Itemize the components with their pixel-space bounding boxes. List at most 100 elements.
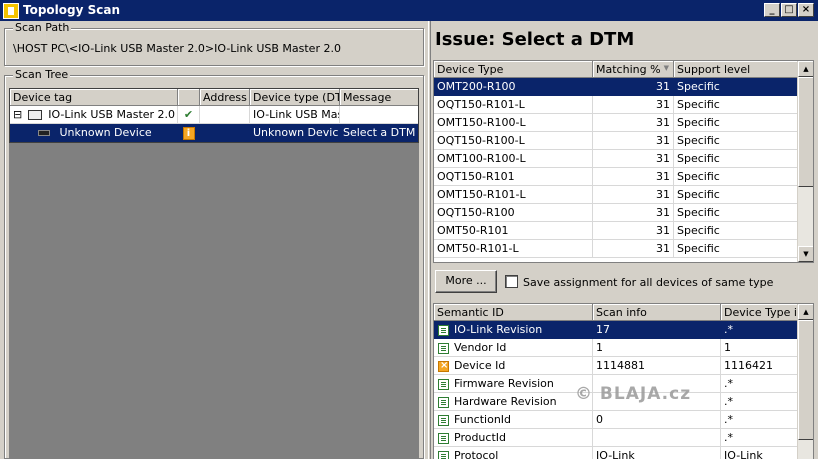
dtm-row[interactable]: OQT150-R100-L 31 Specific — [434, 132, 813, 150]
device-type-cell: IO-Link USB Mas — [250, 106, 340, 124]
support-level-cell: Specific — [674, 78, 798, 96]
semantic-id-text: Protocol — [454, 449, 499, 459]
match-icon — [438, 433, 449, 444]
col-device-tag[interactable]: Device tag — [10, 89, 178, 106]
scan-info-cell: 1114881 — [593, 357, 721, 375]
save-assignment-label: Save assignment for all devices of same … — [523, 276, 774, 289]
semantic-grid-scrollbar[interactable]: ▲ — [797, 304, 813, 459]
dtm-row[interactable]: OMT200-R100 31 Specific — [434, 78, 813, 96]
support-level-cell: Specific — [674, 114, 798, 132]
device-type-cell: OMT100-R100-L — [434, 150, 593, 168]
device-type-info-cell: 1116421 — [721, 357, 798, 375]
save-assignment-checkbox[interactable] — [505, 275, 518, 288]
semantic-row[interactable]: IO-Link Revision 17 .* — [434, 321, 813, 339]
matching-cell: 31 — [593, 186, 674, 204]
semantic-row[interactable]: Protocol IO-Link IO-Link — [434, 447, 813, 459]
device-type-cell: OMT150-R101-L — [434, 186, 593, 204]
semantic-id-text: FunctionId — [454, 413, 512, 426]
col-device-type[interactable]: Device type (DTM — [250, 89, 340, 106]
scan-info-cell: IO-Link — [593, 447, 721, 459]
match-icon — [438, 343, 449, 354]
device-type-cell: OQT150-R101-L — [434, 96, 593, 114]
support-level-cell: Specific — [674, 204, 798, 222]
dtm-row[interactable]: OQT150-R101 31 Specific — [434, 168, 813, 186]
watermark: © BLAJA.cz — [575, 384, 692, 404]
scan-tree-label: Scan Tree — [13, 68, 71, 81]
col-matching[interactable]: Matching % ▼ — [593, 61, 674, 78]
matching-cell: 31 — [593, 114, 674, 132]
semantic-id-text: Vendor Id — [454, 341, 507, 354]
dtm-list[interactable]: Device Type Matching % ▼ Support level O… — [433, 60, 814, 263]
dtm-row[interactable]: OMT100-R100-L 31 Specific — [434, 150, 813, 168]
support-level-cell: Specific — [674, 96, 798, 114]
scan-path-group: Scan Path \HOST PC\<IO-Link USB Master 2… — [4, 21, 424, 66]
semantic-row[interactable]: Device Id 11148811116421 — [434, 357, 813, 375]
scroll-thumb[interactable] — [798, 77, 813, 187]
device-type-cell: OQT150-R101 — [434, 168, 593, 186]
device-type-cell: OQT150-R100 — [434, 204, 593, 222]
semantic-grid[interactable]: Semantic ID Scan info Device Type in IO-… — [433, 303, 814, 459]
col-semantic-id[interactable]: Semantic ID — [434, 304, 593, 321]
device-tag-text: Unknown Device — [59, 126, 152, 139]
tree-row-unknown[interactable]: Unknown Device i Unknown Device Select a… — [10, 124, 418, 142]
matching-cell: 31 — [593, 78, 674, 96]
semantic-row[interactable]: FunctionId 0 .* — [434, 411, 813, 429]
support-level-cell: Specific — [674, 186, 798, 204]
scan-info-cell: 1 — [593, 339, 721, 357]
support-level-cell: Specific — [674, 168, 798, 186]
device-type-info-cell: .* — [721, 375, 798, 393]
message-cell: Select a DTM — [340, 124, 418, 142]
mismatch-icon — [438, 361, 449, 372]
semantic-id-text: Device Id — [454, 359, 506, 372]
col-scan-info[interactable]: Scan info — [593, 304, 721, 321]
col-message[interactable]: Message — [340, 89, 418, 106]
col-address[interactable]: Address — [200, 89, 250, 106]
match-icon — [438, 397, 449, 408]
scroll-up-icon[interactable]: ▲ — [798, 61, 813, 77]
matching-cell: 31 — [593, 150, 674, 168]
scan-tree-background — [9, 88, 419, 458]
collapse-icon[interactable]: ⊟ — [13, 108, 22, 121]
check-icon: ✔ — [178, 106, 200, 124]
device-type-cell: OMT50-R101-L — [434, 240, 593, 258]
more-button[interactable]: More ... — [435, 270, 497, 293]
dtm-row[interactable]: OQT150-R101-L 31 Specific — [434, 96, 813, 114]
window-title: Topology Scan — [23, 3, 121, 17]
device-type-cell: OMT200-R100 — [434, 78, 593, 96]
col-device-type-info[interactable]: Device Type in — [721, 304, 798, 321]
scroll-up-icon[interactable]: ▲ — [798, 304, 813, 320]
dtm-row[interactable]: OMT150-R101-L 31 Specific — [434, 186, 813, 204]
app-icon — [3, 3, 19, 19]
info-icon: i — [182, 127, 195, 140]
device-tag-text: IO-Link USB Master 2.0 — [48, 108, 176, 121]
scan-tree-grid[interactable]: Device tag Address Device type (DTM Mess… — [9, 88, 419, 143]
scroll-thumb[interactable] — [798, 320, 813, 440]
scroll-down-icon[interactable]: ▼ — [798, 246, 813, 262]
dtm-list-scrollbar[interactable]: ▲ ▼ — [797, 61, 813, 262]
match-icon — [438, 451, 449, 459]
device-type-cell: OMT150-R100-L — [434, 114, 593, 132]
semantic-row[interactable]: Vendor Id 1 1 — [434, 339, 813, 357]
tree-row-master[interactable]: ⊟ IO-Link USB Master 2.0 ✔ IO-Link USB M… — [10, 106, 418, 124]
device-type-info-cell: IO-Link — [721, 447, 798, 459]
usb-master-icon — [27, 110, 42, 120]
dtm-row[interactable]: OQT150-R100 31 Specific — [434, 204, 813, 222]
support-level-cell: Specific — [674, 240, 798, 258]
device-type-info-cell: .* — [721, 429, 798, 447]
maximize-button[interactable]: □ — [781, 3, 797, 17]
minimize-button[interactable]: _ — [764, 3, 780, 17]
scan-info-cell: 0 — [593, 411, 721, 429]
scan-info-cell: 17 — [593, 321, 721, 339]
col-device-type[interactable]: Device Type — [434, 61, 593, 78]
dtm-row[interactable]: OMT50-R101 31 Specific — [434, 222, 813, 240]
semantic-row[interactable]: ProductId .* — [434, 429, 813, 447]
col-status[interactable] — [178, 89, 200, 106]
dtm-row[interactable]: OMT50-R101-L 31 Specific — [434, 240, 813, 258]
device-type-cell: Unknown Device — [250, 124, 340, 142]
dtm-row[interactable]: OMT150-R100-L 31 Specific — [434, 114, 813, 132]
matching-cell: 31 — [593, 240, 674, 258]
semantic-id-text: Firmware Revision — [454, 377, 554, 390]
close-button[interactable]: × — [798, 3, 814, 17]
col-support-level[interactable]: Support level — [674, 61, 798, 78]
title-bar: Topology Scan _ □ × — [0, 0, 818, 21]
